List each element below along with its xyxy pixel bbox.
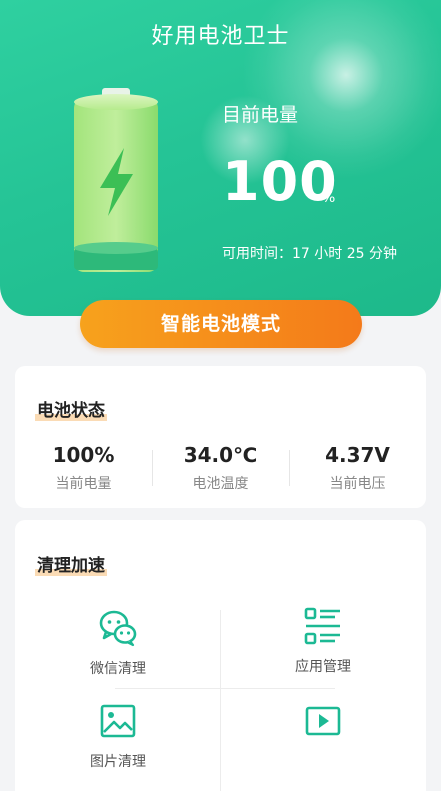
wechat-icon (99, 610, 137, 647)
stat-value: 4.37V (325, 443, 390, 467)
stat-label: 当前电压 (329, 476, 386, 492)
wechat-clean-button[interactable]: 微信清理 (38, 608, 198, 678)
tool-label: 图片清理 (90, 754, 146, 770)
tool-label: 应用管理 (295, 659, 351, 675)
app-list-icon (304, 607, 340, 645)
stat-current-level: 100% 当前电量 (15, 443, 152, 493)
cleanup-card: 清理加速 微信清理 应用管理 图片清理 (15, 520, 426, 791)
smart-battery-mode-button[interactable]: 智能电池模式 (80, 300, 362, 348)
stat-value: 100% (52, 443, 115, 467)
battery-level-value: 100 (222, 150, 338, 213)
tool-label: 微信清理 (90, 661, 146, 677)
stat-value: 34.0℃ (183, 443, 258, 467)
grid-divider-vertical (220, 610, 221, 791)
battery-icon (70, 88, 162, 276)
battery-status-title: 电池状态 (35, 396, 107, 421)
app-management-button[interactable]: 应用管理 (243, 606, 403, 676)
app-title: 好用电池卫士 (151, 24, 290, 49)
grid-divider-horizontal (115, 688, 335, 689)
remaining-time: 可用时间：17 小时 25 分钟 (222, 246, 397, 262)
stat-label: 当前电量 (55, 476, 112, 492)
battery-level-label: 目前电量 (222, 104, 299, 126)
battery-status-card: 电池状态 100% 当前电量 34.0℃ 电池温度 4.37V 当前电压 (15, 366, 426, 508)
image-icon (100, 704, 136, 738)
stat-temperature: 34.0℃ 电池温度 (152, 443, 289, 493)
header-panel: 好用电池卫士 目前电量 100 % 可用时间：17 小时 25 分钟 (0, 0, 441, 316)
stat-label: 电池温度 (192, 476, 249, 492)
cleanup-title: 清理加速 (35, 551, 107, 576)
video-icon (305, 706, 341, 736)
battery-level-unit: % (322, 190, 336, 206)
stat-voltage: 4.37V 当前电压 (289, 443, 426, 493)
image-clean-button[interactable]: 图片清理 (38, 701, 198, 771)
video-clean-button[interactable] (243, 701, 403, 751)
